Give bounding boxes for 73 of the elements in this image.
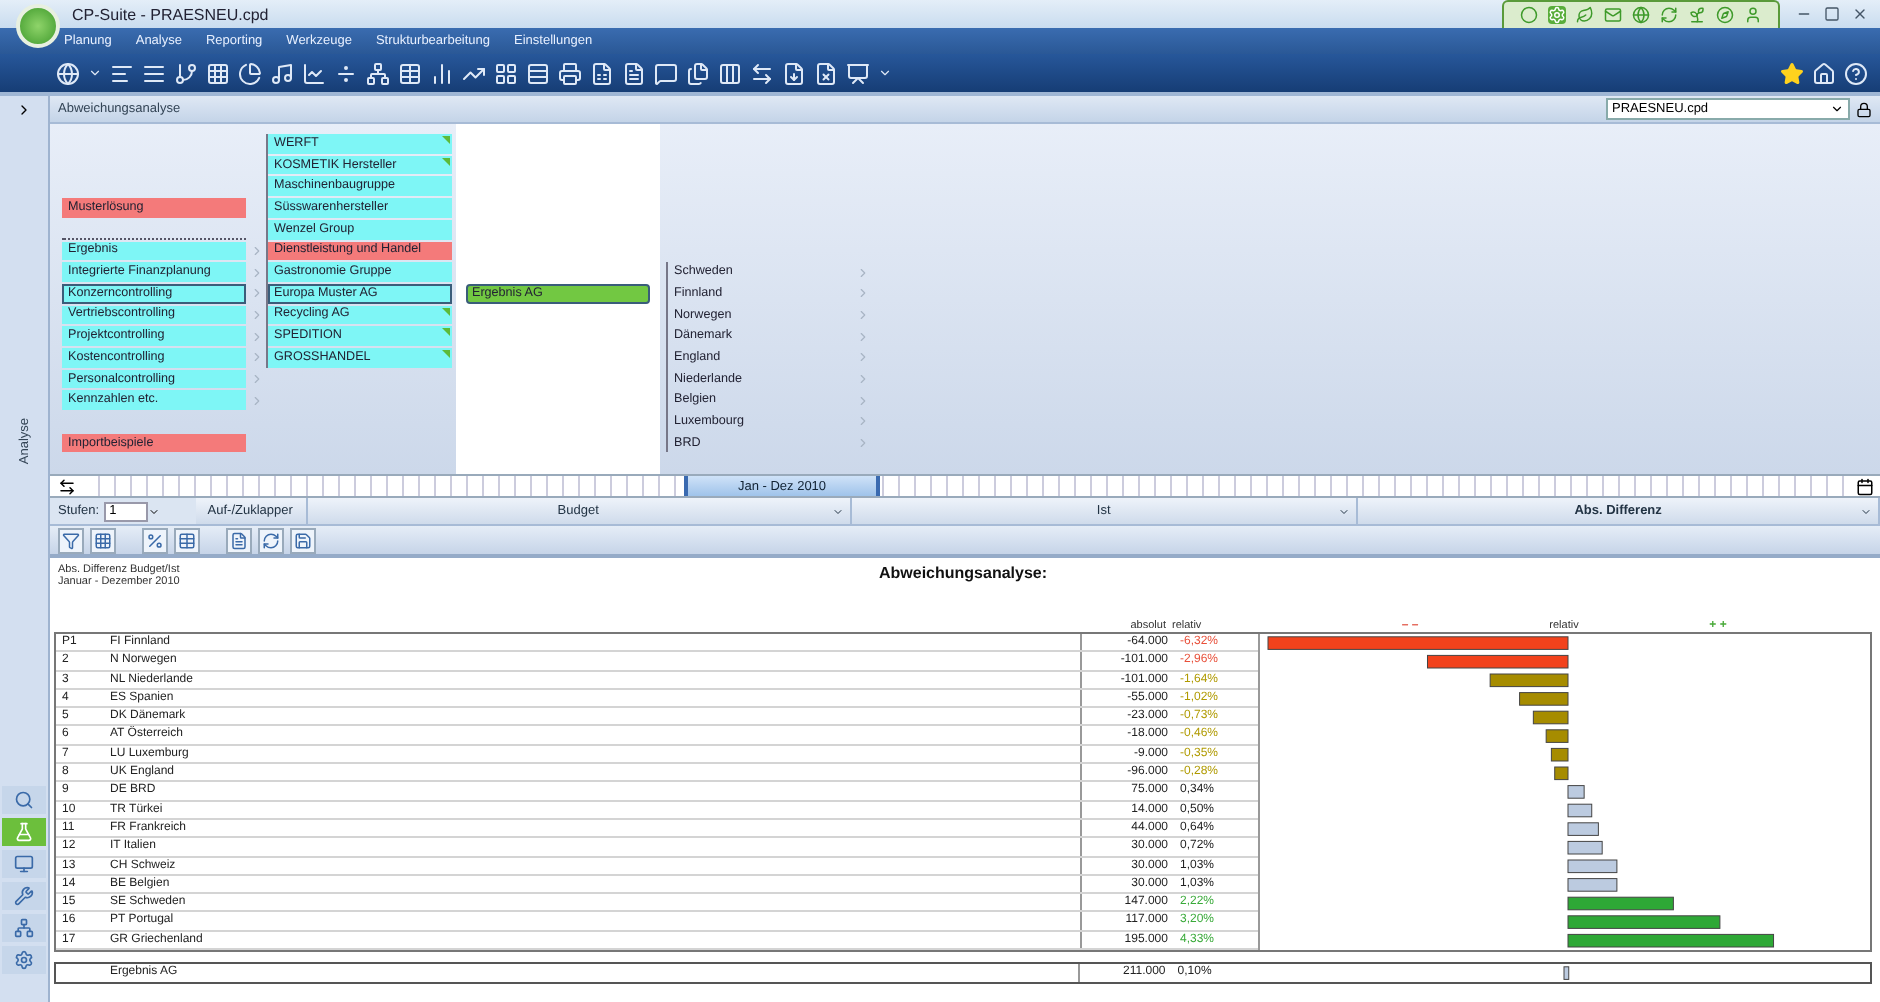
user-icon[interactable] [1744, 6, 1762, 24]
percent-icon [146, 531, 164, 549]
maximize-icon[interactable] [1824, 6, 1840, 22]
caret-icon[interactable] [878, 66, 892, 80]
printer-icon[interactable] [558, 61, 582, 85]
percent-button[interactable] [142, 527, 168, 553]
sprout-icon[interactable] [1688, 6, 1706, 24]
document-button[interactable] [226, 527, 252, 553]
delete-file-icon[interactable] [814, 61, 838, 85]
caret-icon [831, 506, 844, 518]
caret-icon [1860, 506, 1872, 518]
help-icon[interactable] [1844, 61, 1868, 85]
caret-icon[interactable] [88, 66, 102, 80]
files-icon[interactable] [686, 61, 710, 85]
save-icon [294, 531, 312, 549]
lines-icon[interactable] [142, 61, 166, 85]
pie-chart-icon[interactable] [238, 61, 262, 85]
circle-icon[interactable] [1520, 6, 1538, 24]
branch-icon[interactable] [174, 61, 198, 85]
settings-icon [14, 950, 34, 970]
indent-icon[interactable] [110, 61, 134, 85]
compass-icon[interactable] [1716, 6, 1734, 24]
caret-icon [1338, 506, 1351, 518]
star-icon[interactable] [1780, 61, 1804, 85]
window-title: CP-Suite - PRAESNEU.cpd [72, 5, 269, 23]
hierarchy-icon[interactable] [366, 61, 390, 85]
filter-icon [62, 531, 80, 549]
flask-icon [14, 822, 34, 842]
deviation-bar [1562, 966, 1569, 981]
settings-tool[interactable] [2, 946, 46, 974]
wrench-icon [14, 886, 34, 906]
refresh-icon [262, 531, 280, 549]
table-icon [178, 531, 196, 549]
filter-button[interactable] [58, 527, 84, 553]
monitor-icon [14, 854, 34, 874]
document-icon[interactable] [622, 61, 646, 85]
monitor-tool[interactable] [2, 850, 46, 878]
divide-icon[interactable] [334, 61, 358, 85]
mail-icon[interactable] [1604, 6, 1622, 24]
grid-icon [94, 531, 112, 549]
rows-icon[interactable] [526, 61, 550, 85]
save-button[interactable] [290, 527, 316, 553]
refresh-icon[interactable] [1660, 6, 1678, 24]
grid-button[interactable] [90, 527, 116, 553]
note-icon[interactable] [270, 61, 294, 85]
layout-icon[interactable] [494, 61, 518, 85]
comment-icon[interactable] [654, 61, 678, 85]
swap-icon[interactable] [750, 61, 774, 85]
close-icon[interactable] [1852, 6, 1868, 22]
search-icon [14, 790, 34, 810]
columns-icon[interactable] [718, 61, 742, 85]
report-title: Abweichungsanalyse: [878, 564, 1048, 582]
caret-icon [1830, 102, 1844, 116]
table-button[interactable] [174, 527, 200, 553]
refresh-button[interactable] [258, 527, 284, 553]
leaf-icon[interactable] [1576, 6, 1594, 24]
network-tool[interactable] [2, 914, 46, 942]
home-icon[interactable] [1812, 61, 1836, 85]
document-icon [230, 531, 248, 549]
line-chart-icon[interactable] [302, 61, 326, 85]
expand-icon[interactable] [16, 102, 32, 118]
bar-chart-icon[interactable] [430, 61, 454, 85]
wrench-tool[interactable] [2, 882, 46, 910]
settings-icon[interactable] [1548, 6, 1566, 24]
search-tool[interactable] [2, 786, 46, 814]
spinner-icon[interactable] [147, 505, 160, 517]
table-icon[interactable] [398, 61, 422, 85]
spreadsheet-icon[interactable] [590, 61, 614, 85]
network-icon [14, 918, 34, 938]
grid-icon[interactable] [206, 61, 230, 85]
presentation-icon[interactable] [846, 61, 870, 85]
app-logo [16, 4, 60, 48]
export-icon[interactable] [782, 61, 806, 85]
